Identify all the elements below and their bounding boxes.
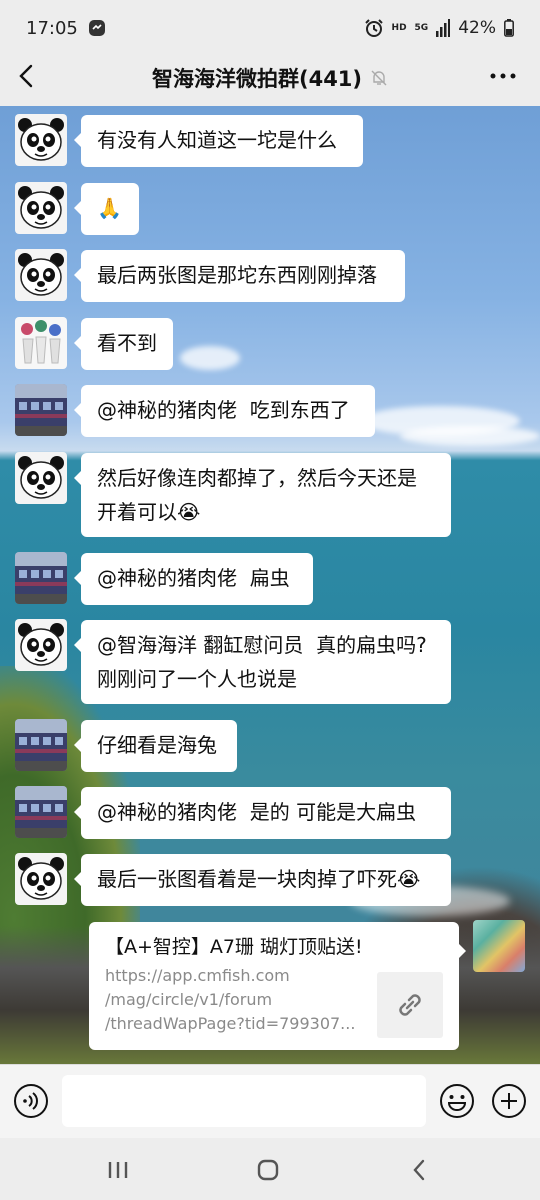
- recent-apps-icon[interactable]: [104, 1156, 132, 1184]
- message-bubble[interactable]: 看不到: [74, 318, 173, 370]
- nav-back-icon[interactable]: [406, 1156, 434, 1184]
- message-bubble[interactable]: 🙏: [74, 183, 139, 235]
- message-bubble[interactable]: 有没有人知道这一坨是什么: [74, 115, 363, 167]
- back-arrow-icon[interactable]: [14, 62, 42, 90]
- sender-avatar[interactable]: [15, 182, 67, 234]
- home-icon[interactable]: [254, 1156, 282, 1184]
- background-cloud: [180, 346, 240, 370]
- notification-app-icon: [88, 20, 105, 36]
- message-bubble[interactable]: @神秘的猪肉佬 吃到东西了: [74, 385, 375, 437]
- message-input[interactable]: [62, 1075, 426, 1127]
- message-bubble[interactable]: 最后两张图是那坨东西刚刚掉落: [74, 250, 405, 302]
- link-card-url: https://app.cmfish.com /mag/circle/v1/fo…: [105, 966, 356, 1033]
- sender-avatar[interactable]: [15, 552, 67, 604]
- my-avatar[interactable]: [473, 920, 525, 972]
- background-cloud: [400, 426, 540, 446]
- voice-input-icon[interactable]: [13, 1083, 49, 1119]
- link-thumbnail: [377, 972, 443, 1038]
- sender-avatar[interactable]: [15, 114, 67, 166]
- link-card-message[interactable]: 【A+智控】A7珊 瑚灯顶贴送! https://app.cmfish.com …: [89, 922, 466, 1050]
- sender-avatar[interactable]: [15, 719, 67, 771]
- battery-icon: [504, 19, 514, 37]
- hd-indicator: HD: [391, 23, 407, 33]
- link-icon: [399, 994, 421, 1016]
- plus-icon[interactable]: [491, 1083, 527, 1119]
- chat-title: 智海海洋微拍群(441): [151, 67, 363, 91]
- more-options-icon[interactable]: [488, 62, 518, 90]
- message-bubble[interactable]: 最后一张图看着是一块肉掉了吓死😭: [74, 854, 451, 906]
- mute-bell-icon: [371, 70, 387, 86]
- status-time: 17:05: [26, 17, 78, 39]
- chat-header: 智海海洋微拍群(441): [0, 50, 540, 106]
- alarm-icon: [364, 19, 383, 37]
- message-bubble[interactable]: 仔细看是海兔: [74, 720, 237, 772]
- sender-avatar[interactable]: [15, 384, 67, 436]
- message-bubble[interactable]: @智海海洋 翻缸慰问员 真的扁虫吗? 刚刚问了一个人也说是: [74, 620, 451, 704]
- message-bubble[interactable]: 然后好像连肉都掉了，然后今天还是 开着可以😭: [74, 453, 451, 537]
- message-bubble[interactable]: @神秘的猪肉佬 扁虫: [74, 553, 313, 605]
- network-type: 5G: [414, 23, 429, 33]
- sender-avatar[interactable]: [15, 853, 67, 905]
- sender-avatar[interactable]: [15, 249, 67, 301]
- chat-message-area[interactable]: 有没有人知道这一坨是什么 🙏 最后两张图是那坨东西刚刚掉落 看不到 @神秘的猪肉佬 吃到…: [0, 106, 540, 1064]
- emoji-icon[interactable]: [439, 1083, 475, 1119]
- input-bar: [0, 1064, 540, 1139]
- sender-avatar[interactable]: [15, 317, 67, 369]
- sender-avatar[interactable]: [15, 619, 67, 671]
- sender-avatar[interactable]: [15, 452, 67, 504]
- status-bar: 17:05 HD 5G 42%: [0, 0, 540, 56]
- message-bubble[interactable]: @神秘的猪肉佬 是的 可能是大扁虫: [74, 787, 451, 839]
- link-card-title: 【A+智控】A7珊 瑚灯顶贴送!: [105, 936, 363, 958]
- battery-percent: 42%: [458, 18, 496, 38]
- system-nav-bar: [0, 1138, 540, 1200]
- sender-avatar[interactable]: [15, 786, 67, 838]
- signal-icon: [436, 19, 451, 37]
